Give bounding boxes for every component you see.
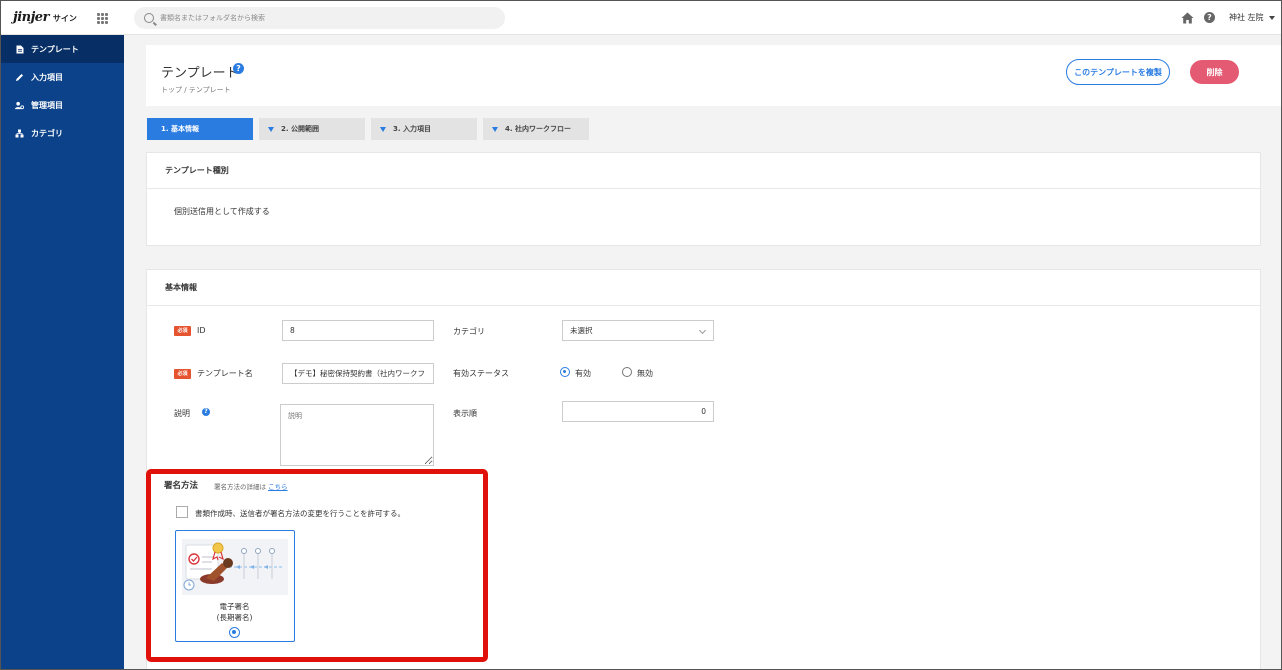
signature-note-text: 署名方法の詳細は: [214, 483, 266, 491]
top-bar: jinjer サイン ? 神社 左院: [1, 1, 1281, 35]
electronic-signature-illustration: [182, 539, 288, 595]
triangle-down-icon: [268, 126, 274, 132]
template-name-label: テンプレート名: [197, 369, 253, 378]
tab-label: 2. 公開範囲: [281, 125, 319, 133]
search-input[interactable]: [160, 14, 480, 22]
template-name-field[interactable]: 【デモ】秘密保持契約書（社内ワークフ: [282, 363, 434, 384]
main-content: テンプレート ? トップ / テンプレート このテンプレートを複製 削除 1. …: [124, 35, 1281, 669]
breadcrumb[interactable]: トップ / テンプレート: [161, 85, 231, 95]
duplicate-template-button[interactable]: このテンプレートを複製: [1066, 59, 1170, 85]
required-badge: 必須: [174, 326, 191, 336]
section-heading: 基本情報: [147, 270, 1260, 306]
tab-input-fields[interactable]: 3. 入力項目: [371, 118, 477, 140]
status-active-radio[interactable]: [560, 367, 570, 377]
tab-publish-scope[interactable]: 2. 公開範囲: [259, 118, 365, 140]
sidebar-item-category[interactable]: カテゴリ: [1, 119, 124, 147]
method-name-line1: 電子署名: [219, 602, 250, 611]
tab-label: 1. 基本情報: [161, 125, 199, 133]
display-order-label: 表示順: [453, 409, 477, 418]
sidebar-item-label: 入力項目: [31, 72, 63, 82]
chevron-down-icon: [1268, 15, 1275, 20]
sidebar: テンプレート 入力項目 管理項目 カテゴリ: [1, 35, 124, 669]
id-label: ID: [197, 326, 206, 335]
search-icon: [144, 13, 154, 23]
app-grid-icon[interactable]: [97, 13, 108, 24]
id-field[interactable]: 8: [282, 320, 434, 341]
signature-method-heading: 署名方法: [164, 481, 199, 491]
page-header: テンプレート ? トップ / テンプレート このテンプレートを複製 削除: [146, 45, 1281, 106]
document-icon: [15, 45, 24, 54]
triangle-down-icon: [492, 126, 498, 132]
help-icon[interactable]: ?: [233, 63, 244, 74]
description-label: 説明: [174, 409, 190, 418]
tab-internal-workflow[interactable]: 4. 社内ワークフロー: [483, 118, 589, 140]
category-tree-icon: [15, 129, 24, 138]
section-heading: テンプレート種別: [147, 153, 1260, 189]
pencil-icon: [15, 73, 24, 82]
sidebar-item-template[interactable]: テンプレート: [1, 35, 124, 63]
signature-method-radio[interactable]: [229, 627, 240, 638]
category-label: カテゴリ: [453, 327, 485, 336]
tab-basic-info[interactable]: 1. 基本情報: [147, 118, 253, 140]
status-label: 有効ステータス: [453, 369, 509, 378]
page-title: テンプレート: [161, 66, 239, 81]
logo-sub-text: サイン: [52, 14, 77, 23]
help-icon[interactable]: ?: [202, 408, 210, 416]
sidebar-item-management-fields[interactable]: 管理項目: [1, 91, 124, 119]
sidebar-item-label: カテゴリ: [31, 128, 63, 138]
method-name-line2: (長期署名): [216, 613, 253, 622]
description-field[interactable]: [280, 404, 434, 466]
logo-text: jinjer: [13, 10, 49, 25]
required-badge: 必須: [174, 369, 191, 379]
template-type-value: 個別送信用として作成する: [174, 207, 270, 216]
search-box: [134, 7, 505, 29]
signature-method-name: 電子署名 (長期署名): [176, 601, 293, 623]
help-icon[interactable]: ?: [1204, 12, 1215, 23]
chevron-down-icon: [698, 326, 707, 335]
allow-method-change-label: 書類作成時、送信者が署名方法の変更を行うことを許可する。: [195, 509, 405, 518]
category-select-value: 未選択: [570, 326, 593, 335]
category-select[interactable]: 未選択: [562, 320, 714, 341]
status-active-label: 有効: [575, 369, 591, 378]
user-gear-icon: [15, 101, 24, 110]
app-window: jinjer サイン ? 神社 左院 テンプレート: [0, 0, 1282, 670]
home-icon[interactable]: [1181, 12, 1194, 24]
user-name: 神社 左院: [1229, 13, 1264, 22]
delete-button[interactable]: 削除: [1190, 60, 1239, 84]
allow-method-change-checkbox[interactable]: [176, 506, 188, 518]
sidebar-item-label: 管理項目: [31, 100, 63, 110]
display-order-field[interactable]: 0: [562, 401, 714, 422]
tab-label: 4. 社内ワークフロー: [505, 125, 571, 133]
step-tabs: 1. 基本情報 2. 公開範囲 3. 入力項目 4. 社内ワークフロー: [147, 118, 595, 140]
template-type-card: テンプレート種別 個別送信用として作成する: [146, 152, 1261, 246]
status-inactive-radio[interactable]: [622, 367, 632, 377]
basic-info-card: 基本情報 必須 ID 8 カテゴリ 未選択 必須 テンプレート名 【デモ】秘密保…: [146, 269, 1261, 669]
app-logo[interactable]: jinjer サイン: [13, 10, 77, 25]
status-inactive-label: 無効: [637, 369, 653, 378]
signature-method-option[interactable]: 電子署名 (長期署名): [175, 530, 295, 642]
signature-details-link[interactable]: こちら: [268, 483, 288, 491]
sidebar-item-input-fields[interactable]: 入力項目: [1, 63, 124, 91]
signature-method-note: 署名方法の詳細は こちら: [214, 481, 288, 491]
triangle-down-icon: [380, 126, 386, 132]
tab-label: 3. 入力項目: [393, 125, 431, 133]
sidebar-item-label: テンプレート: [31, 44, 79, 54]
user-menu[interactable]: 神社 左院: [1229, 12, 1275, 23]
